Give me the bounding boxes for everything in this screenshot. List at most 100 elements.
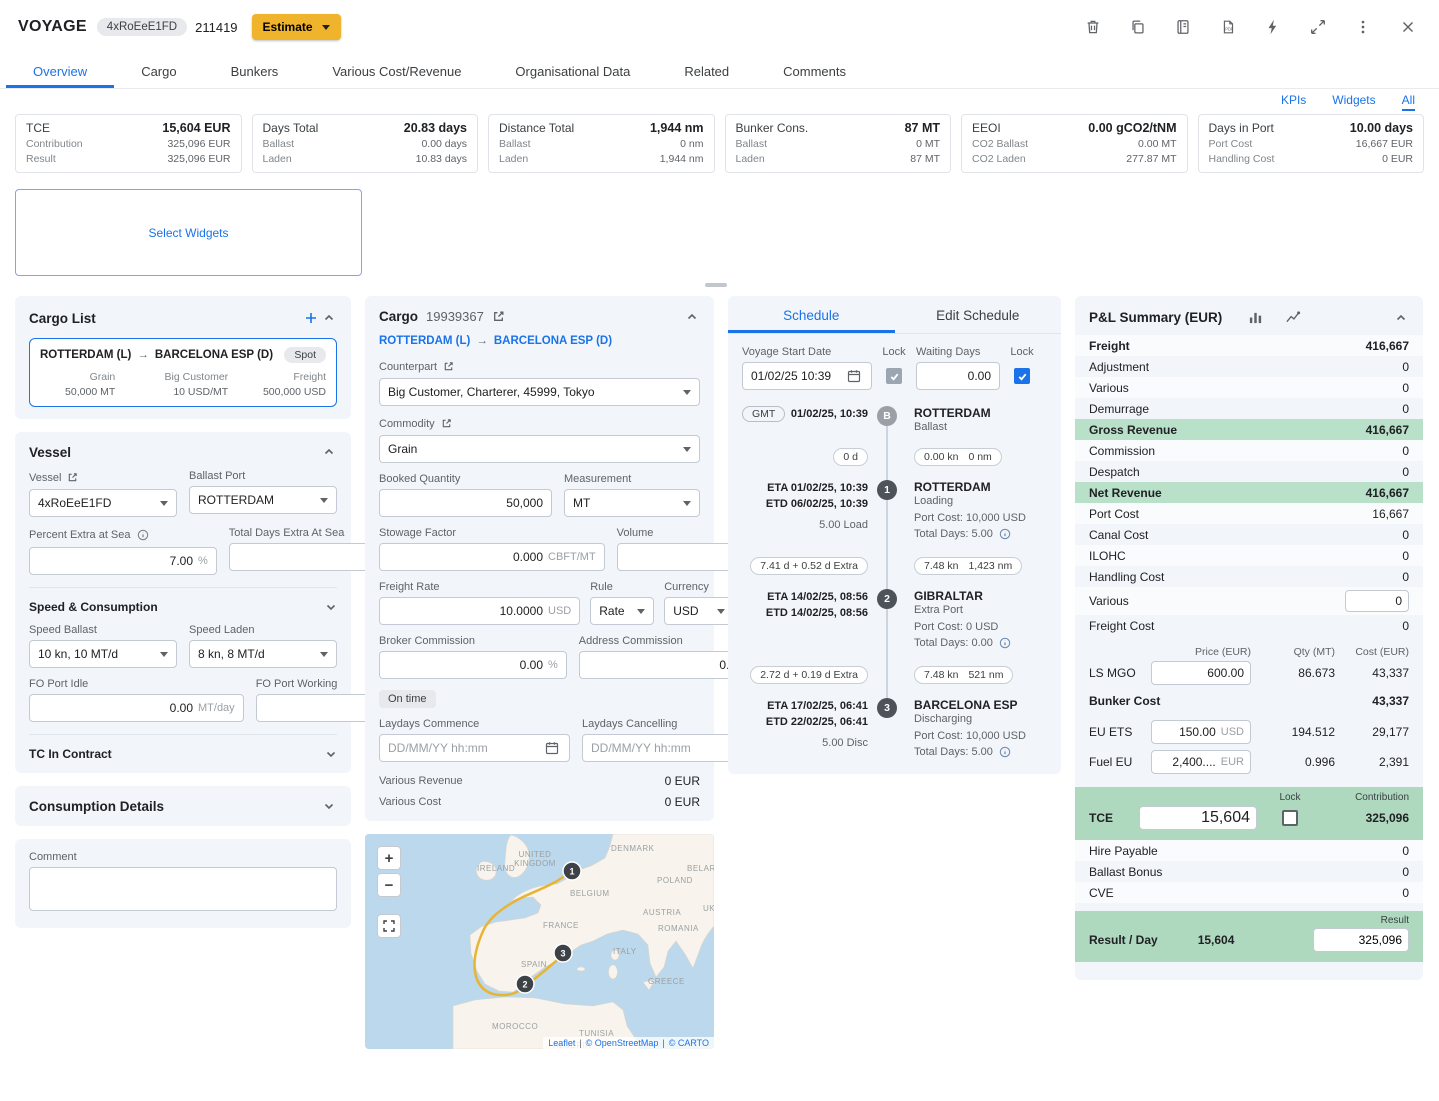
bar-chart-button[interactable] — [1246, 308, 1265, 327]
carto-link[interactable]: © CARTO — [669, 1038, 709, 1048]
tab-cargo[interactable]: Cargo — [114, 54, 203, 88]
view-kpis-link[interactable]: KPIs — [1281, 93, 1306, 111]
speed-ballast-select[interactable]: 10 kn, 10 MT/d — [29, 640, 177, 668]
collapse-cargo-list-button[interactable] — [321, 310, 337, 326]
broker-commission-input[interactable]: % — [379, 651, 567, 679]
fo-port-idle-input[interactable]: MT/day — [29, 694, 244, 722]
timeline-node-b[interactable]: B — [877, 406, 897, 426]
speed-laden-select[interactable]: 8 kn, 8 MT/d — [189, 640, 337, 668]
tab-schedule[interactable]: Schedule — [728, 296, 895, 333]
timeline-node-3[interactable]: 3 — [877, 698, 897, 718]
zoom-in-button[interactable]: + — [377, 846, 401, 870]
chevron-down-icon — [637, 609, 645, 614]
divider — [29, 734, 337, 735]
cargo-list-item[interactable]: ROTTERDAM (L) → BARCELONA ESP (D) Spot G… — [29, 338, 337, 407]
route-to-link[interactable]: BARCELONA ESP (D) — [494, 335, 612, 347]
stowage-factor-input[interactable]: CBFT/MT — [379, 543, 605, 571]
view-all-link[interactable]: All — [1402, 93, 1415, 111]
close-button[interactable] — [1397, 16, 1419, 38]
voyage-start-date-input[interactable] — [742, 362, 872, 390]
main-content: Cargo List ROTTERDAM (L) → BARCELONA ESP… — [15, 296, 1424, 1049]
waiting-days-lock-checkbox[interactable] — [1014, 368, 1030, 384]
info-icon[interactable] — [135, 527, 151, 543]
ls-mgo-price-input[interactable] — [1151, 661, 1251, 685]
pnl-various-input[interactable] — [1345, 590, 1409, 612]
calendar-icon[interactable] — [845, 367, 863, 385]
currency-select[interactable]: USD — [664, 597, 734, 625]
external-link-icon[interactable] — [65, 470, 80, 485]
log-button[interactable] — [1172, 16, 1194, 38]
external-link-icon[interactable] — [441, 359, 456, 374]
add-cargo-button[interactable] — [301, 308, 321, 328]
result-input[interactable] — [1313, 928, 1409, 952]
various-revenue-value: 0 EUR — [665, 774, 700, 788]
tc-in-contract-section-header[interactable]: TC In Contract — [29, 747, 337, 761]
booked-quantity-input[interactable] — [379, 489, 552, 517]
fuel-eu-price-input[interactable]: EUR — [1151, 750, 1251, 774]
openstreetmap-link[interactable]: © OpenStreetMap — [586, 1038, 659, 1048]
voyage-start-lock-checkbox[interactable] — [886, 368, 902, 384]
quick-actions-button[interactable] — [1262, 16, 1284, 38]
widgets-zone: Select Widgets — [15, 189, 1424, 291]
estimate-button[interactable]: Estimate — [252, 14, 341, 40]
map-fullscreen-button[interactable] — [377, 914, 401, 938]
map-canvas: 1 2 3 — [365, 834, 714, 1049]
map-marker-3: 3 — [554, 944, 572, 962]
external-link-icon[interactable] — [439, 416, 454, 431]
resize-handle[interactable] — [705, 283, 727, 287]
info-icon[interactable] — [997, 744, 1013, 760]
select-widgets-link[interactable]: Select Widgets — [148, 226, 228, 240]
delete-button[interactable] — [1082, 16, 1104, 38]
pnl-row-commission: Commission0 — [1075, 440, 1423, 461]
zoom-out-button[interactable]: − — [377, 873, 401, 897]
route-from-link[interactable]: ROTTERDAM (L) — [379, 335, 470, 347]
info-icon[interactable] — [997, 635, 1013, 651]
eu-ets-price-input[interactable]: USD — [1151, 720, 1251, 744]
freight-rate-input[interactable]: USD — [379, 597, 580, 625]
more-menu-button[interactable] — [1352, 16, 1374, 38]
measurement-select[interactable]: MT — [564, 489, 700, 517]
tce-lock-checkbox[interactable] — [1282, 810, 1298, 826]
calendar-icon[interactable] — [543, 739, 561, 757]
chevron-down-icon — [683, 447, 691, 452]
app-title: VOYAGE — [18, 18, 87, 36]
on-time-badge: On time — [379, 690, 436, 708]
timeline-node-1[interactable]: 1 — [877, 480, 897, 500]
select-widgets-box[interactable]: Select Widgets — [15, 189, 362, 276]
ballast-port-select[interactable]: ROTTERDAM — [189, 486, 337, 514]
counterpart-select[interactable]: Big Customer, Charterer, 45999, Tokyo — [379, 378, 700, 406]
tab-comments[interactable]: Comments — [756, 54, 873, 88]
pdf-export-button[interactable]: PDF — [1217, 16, 1239, 38]
comment-textarea[interactable] — [29, 867, 337, 911]
waiting-days-input[interactable] — [916, 362, 1000, 390]
collapse-pnl-button[interactable] — [1393, 310, 1409, 326]
vessel-select[interactable]: 4xRoEeE1FD — [29, 489, 177, 517]
percent-extra-input[interactable]: % — [29, 547, 217, 575]
tce-input[interactable] — [1139, 806, 1257, 830]
view-widgets-link[interactable]: Widgets — [1332, 93, 1375, 111]
expand-button[interactable] — [1307, 16, 1329, 38]
transit-days-badge: 0 d — [833, 448, 868, 466]
info-icon[interactable] — [997, 526, 1013, 542]
collapse-cargo-button[interactable] — [684, 309, 700, 325]
copy-button[interactable] — [1127, 16, 1149, 38]
speed-consumption-section-header[interactable]: Speed & Consumption — [29, 600, 337, 614]
collapse-vessel-button[interactable] — [321, 444, 337, 460]
rule-select[interactable]: Rate — [590, 597, 654, 625]
voyage-map[interactable]: 1 2 3 UNITED KINGDOM IRELAND DENMARK BEL… — [365, 834, 714, 1049]
laydays-commence-input[interactable] — [379, 734, 570, 762]
commodity-select[interactable]: Grain — [379, 435, 700, 463]
tab-various-cost-revenue[interactable]: Various Cost/Revenue — [305, 54, 488, 88]
leaflet-link[interactable]: Leaflet — [548, 1038, 575, 1048]
trend-chart-button[interactable] — [1283, 308, 1303, 327]
tab-related[interactable]: Related — [657, 54, 756, 88]
tab-organisational-data[interactable]: Organisational Data — [488, 54, 657, 88]
tab-edit-schedule[interactable]: Edit Schedule — [895, 296, 1062, 333]
tab-overview[interactable]: Overview — [6, 54, 114, 88]
expand-consumption-details-button[interactable] — [321, 798, 337, 814]
pnl-row-gross-revenue: Gross Revenue416,667 — [1075, 419, 1423, 440]
map-attribution: Leaflet | © OpenStreetMap | © CARTO — [543, 1037, 714, 1049]
external-link-icon[interactable] — [490, 308, 507, 325]
tab-bunkers[interactable]: Bunkers — [204, 54, 306, 88]
timeline-node-2[interactable]: 2 — [877, 589, 897, 609]
